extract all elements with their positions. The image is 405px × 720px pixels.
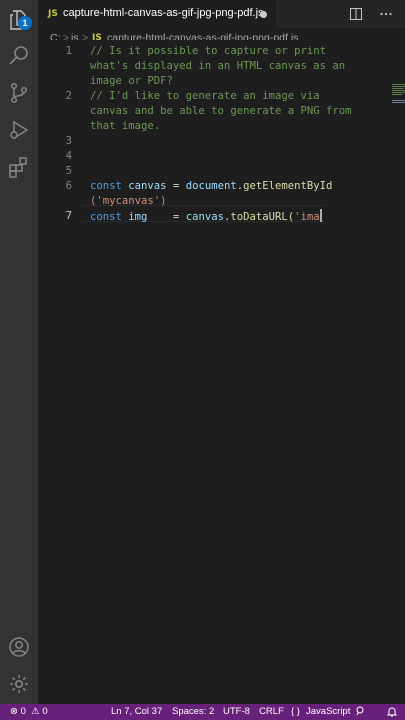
warning-icon: ⚠ xyxy=(28,706,40,717)
code-editor[interactable]: 1 // Is it possible to capture or print … xyxy=(38,40,405,704)
tab-bar: JS capture-html-canvas-as-gif-jpg-png-pd… xyxy=(38,0,405,28)
code-line: that image. xyxy=(90,120,161,132)
code-line: ('mycanvas') xyxy=(90,195,167,207)
tab-title: capture-html-canvas-as-gif-jpg-png-pdf.j… xyxy=(63,7,264,19)
braces-icon[interactable]: { } xyxy=(291,706,300,717)
minimap[interactable] xyxy=(392,84,405,114)
line-ending[interactable]: CRLF xyxy=(259,706,284,717)
language-mode[interactable]: JavaScript xyxy=(306,706,350,717)
code-line: const canvas = document.getElementById xyxy=(90,179,332,194)
code-line: // Is it possible to capture or print xyxy=(90,45,326,57)
code-line: // I'd like to generate an image via xyxy=(90,90,320,102)
code-line: what's displayed in an HTML canvas as an xyxy=(90,60,346,72)
string: 'ima xyxy=(294,211,320,223)
search-icon[interactable] xyxy=(7,44,31,68)
error-count: 0 xyxy=(20,706,26,717)
warning-count: 0 xyxy=(42,706,48,717)
object: document xyxy=(185,180,237,192)
line-number: 4 xyxy=(65,150,72,162)
feedback-icon[interactable] xyxy=(355,706,365,719)
object: canvas xyxy=(185,211,224,223)
account-icon[interactable] xyxy=(7,635,31,659)
function-name: getElementById xyxy=(243,180,333,192)
status-bar: ⊗ 0 ⚠ 0 Ln 7, Col 37 Spaces: 2 UTF-8 CRL… xyxy=(0,704,405,720)
notifications-bell-icon[interactable] xyxy=(386,706,398,720)
indentation[interactable]: Spaces: 2 xyxy=(172,706,214,717)
encoding[interactable]: UTF-8 xyxy=(223,706,250,717)
variable: canvas xyxy=(128,180,167,192)
keyword: const xyxy=(90,180,129,192)
run-debug-icon[interactable] xyxy=(7,118,31,142)
keyword: const xyxy=(90,211,129,223)
code-line: const img = canvas.toDataURL('ima xyxy=(90,209,322,225)
cursor-position[interactable]: Ln 7, Col 37 xyxy=(111,706,162,717)
operator: = xyxy=(166,180,186,192)
unsaved-dot-icon[interactable] xyxy=(260,11,267,18)
line-number: 6 xyxy=(65,180,72,192)
source-control-icon[interactable] xyxy=(7,81,31,105)
text-cursor xyxy=(319,209,322,222)
error-icon: ⊗ xyxy=(10,706,18,717)
operator: = xyxy=(147,211,186,223)
activity-bar: 1 xyxy=(0,0,38,704)
js-file-icon: JS xyxy=(48,9,58,19)
split-editor-icon[interactable] xyxy=(349,7,363,21)
code-line: canvas and be able to generate a PNG fro… xyxy=(90,105,352,117)
line-number: 3 xyxy=(65,135,72,147)
function-name: toDataURL xyxy=(230,211,288,223)
more-actions-icon[interactable] xyxy=(379,7,393,21)
settings-gear-icon[interactable] xyxy=(7,672,31,696)
line-number: 7 xyxy=(65,210,72,222)
line-number: 5 xyxy=(65,165,72,177)
code-line: image or PDF? xyxy=(90,75,173,87)
problems-indicator[interactable]: ⊗ 0 ⚠ 0 xyxy=(10,706,48,717)
line-number: 2 xyxy=(65,90,72,102)
editor-actions xyxy=(345,0,405,28)
variable: img xyxy=(128,211,148,223)
explorer-badge: 1 xyxy=(18,16,32,30)
line-number: 1 xyxy=(65,45,72,57)
extensions-icon[interactable] xyxy=(7,155,31,179)
editor-tab[interactable]: JS capture-html-canvas-as-gif-jpg-png-pd… xyxy=(38,0,277,28)
